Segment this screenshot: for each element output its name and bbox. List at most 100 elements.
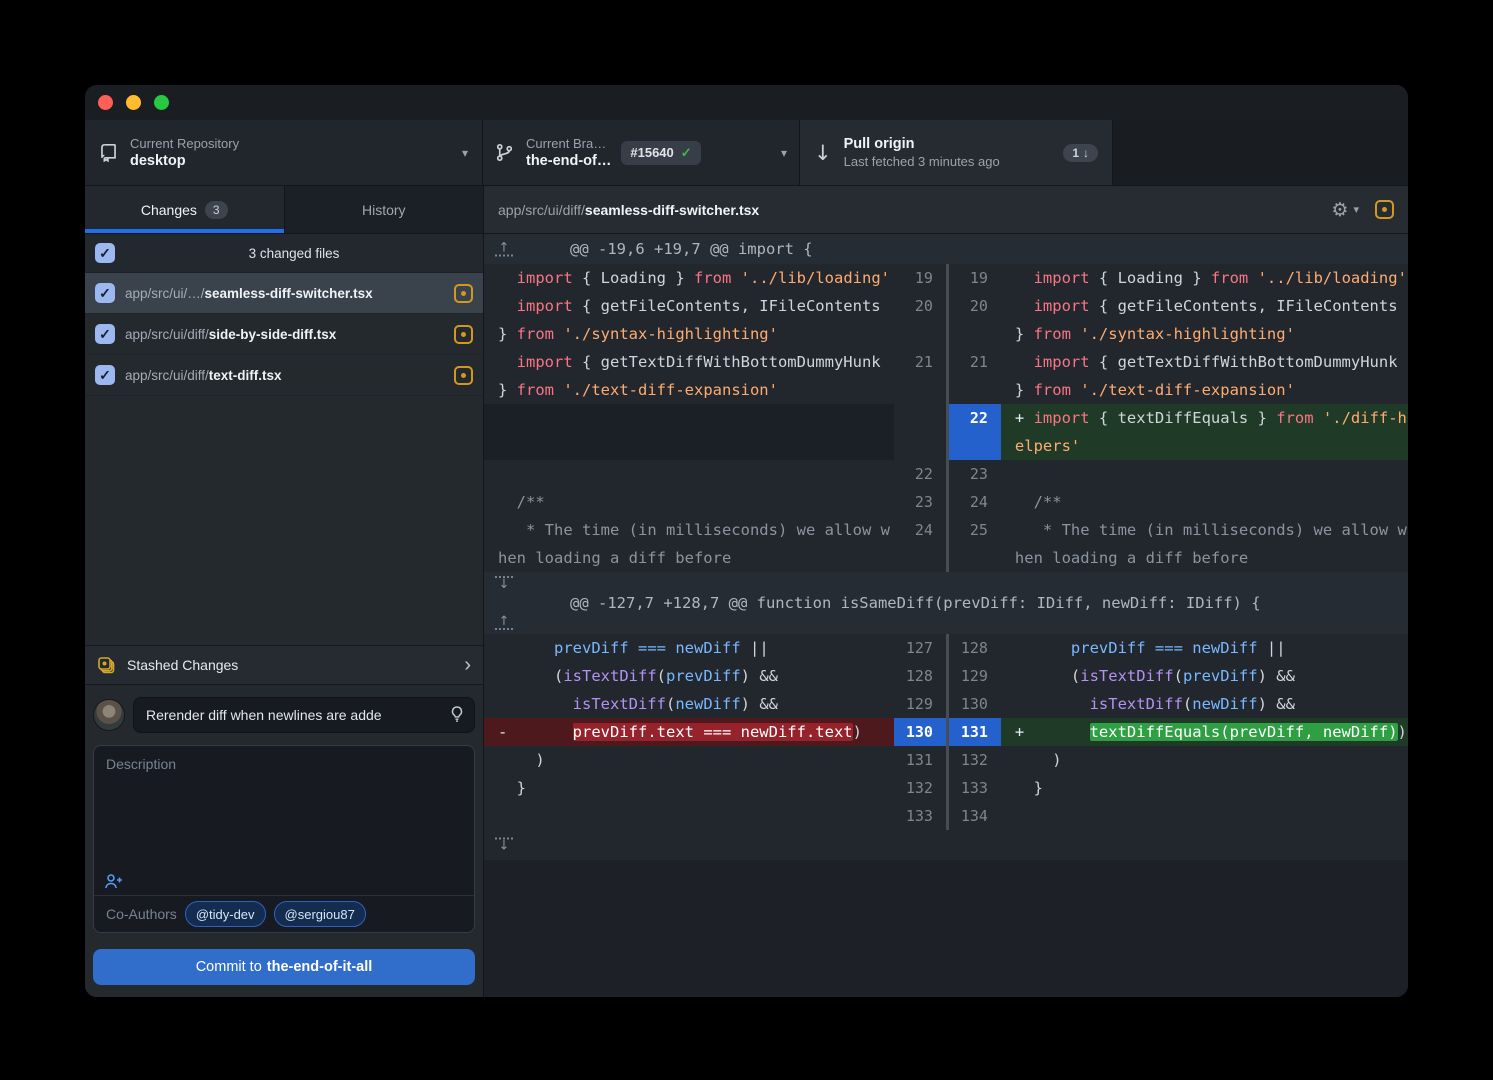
diff-code-line: import { getFileContents, IFileContents …: [484, 292, 894, 348]
diff-code-line: (isTextDiff(prevDiff) &&: [1001, 662, 1408, 690]
arrow-down-icon: ↓: [814, 141, 832, 165]
diff-line-number[interactable]: 24: [949, 488, 1001, 516]
tab-history[interactable]: History: [285, 186, 484, 233]
diff-line-number[interactable]: [894, 404, 946, 460]
diff-line-number[interactable]: 22: [894, 460, 946, 488]
diff-line-number[interactable]: 129: [894, 690, 946, 718]
file-name: side-by-side-diff.tsx: [209, 327, 337, 342]
diff-line-number[interactable]: 20: [894, 292, 946, 348]
diff-line-number[interactable]: 22: [949, 404, 1001, 460]
diff-row: 133134: [484, 802, 1408, 830]
diff-line-number[interactable]: 133: [949, 774, 1001, 802]
diff-row: 2223: [484, 460, 1408, 488]
diff-line-number[interactable]: 130: [894, 718, 946, 746]
pr-number: #15640: [630, 145, 673, 160]
diff-line-number[interactable]: 130: [949, 690, 1001, 718]
diff-code-line: prevDiff === newDiff ||: [1001, 634, 1408, 662]
stashed-changes-row[interactable]: Stashed Changes ›: [85, 645, 483, 685]
expand-up-button[interactable]: ↑: [493, 615, 515, 630]
lightbulb-icon[interactable]: [448, 705, 466, 723]
modified-status-icon: [454, 325, 473, 344]
commit-summary-input[interactable]: [133, 697, 475, 733]
expand-down-button[interactable]: ↓: [493, 838, 515, 853]
coauthor-pill[interactable]: @tidy-dev: [185, 901, 266, 927]
diff-line-number[interactable]: 23: [894, 488, 946, 516]
diff-code-line: [484, 802, 894, 830]
diff-file-path: app/src/ui/diff/seamless-diff-switcher.t…: [498, 202, 1331, 218]
repository-name: desktop: [130, 153, 239, 169]
close-window-button[interactable]: [98, 95, 113, 110]
diff-line-number[interactable]: 131: [894, 746, 946, 774]
diff-row: )131132 ): [484, 746, 1408, 774]
file-name: seamless-diff-switcher.tsx: [205, 286, 373, 301]
chevron-right-icon: ›: [464, 655, 471, 675]
file-checkbox[interactable]: ✓: [95, 283, 115, 303]
hunk-header-band: ↑ @@ -19,6 +19,7 @@ import {: [484, 234, 1408, 264]
summary-row: [93, 697, 475, 733]
diff-options-button[interactable]: ⚙ ▾: [1331, 199, 1359, 221]
arrow-down-icon: ↓: [499, 840, 510, 853]
expand-up-button[interactable]: ↑: [493, 242, 515, 257]
file-row[interactable]: ✓app/src/ui/diff/text-diff.tsx: [85, 355, 483, 396]
check-icon: ✓: [681, 145, 692, 161]
diff-line-number[interactable]: 21: [894, 348, 946, 404]
repository-dropdown[interactable]: Current Repository desktop ▾: [85, 120, 483, 185]
commit-button[interactable]: Commit to the-end-of-it-all: [93, 949, 475, 985]
minimize-window-button[interactable]: [126, 95, 141, 110]
diff-line-number[interactable]: 20: [949, 292, 1001, 348]
pull-origin-button[interactable]: ↓ Pull origin Last fetched 3 minutes ago…: [800, 120, 1113, 185]
diff-line-number[interactable]: 132: [949, 746, 1001, 774]
branch-dropdown[interactable]: Current Bra… the-end-of… #15640 ✓ ▾: [483, 120, 800, 185]
diff-row: (isTextDiff(prevDiff) &&128129 (isTextDi…: [484, 662, 1408, 690]
diff-line-number[interactable]: 23: [949, 460, 1001, 488]
diff-code-line: import { getTextDiffWithBottomDummyHunk …: [484, 348, 894, 404]
diff-row: import { getFileContents, IFileContents …: [484, 292, 1408, 348]
diff-line-number[interactable]: 21: [949, 348, 1001, 404]
diff-code-line: * The time (in milliseconds) we allow wh…: [484, 516, 894, 572]
diff-line-number[interactable]: 127: [894, 634, 946, 662]
commit-button-branch: the-end-of-it-all: [267, 959, 373, 975]
pr-number-badge: #15640 ✓: [621, 141, 700, 165]
diff-code-line: }: [1001, 774, 1408, 802]
chevron-down-icon: ▾: [462, 146, 468, 160]
hunk-header-text: @@ -19,6 +19,7 @@ import {: [570, 240, 813, 258]
modified-status-icon: [454, 284, 473, 303]
diff-row: prevDiff === newDiff ||127128 prevDiff =…: [484, 634, 1408, 662]
diff-pane: app/src/ui/diff/seamless-diff-switcher.t…: [484, 186, 1408, 997]
diff-code-line: isTextDiff(newDiff) &&: [484, 690, 894, 718]
diff-line-number[interactable]: 133: [894, 802, 946, 830]
branch-icon: [495, 143, 514, 162]
diff-line-number[interactable]: 128: [894, 662, 946, 690]
diff-line-number[interactable]: 134: [949, 802, 1001, 830]
file-row[interactable]: ✓app/src/ui/diff/side-by-side-diff.tsx: [85, 314, 483, 355]
diff-line-number[interactable]: 24: [894, 516, 946, 572]
coauthor-pill[interactable]: @sergiou87: [274, 901, 366, 927]
file-row[interactable]: ✓app/src/ui/…/seamless-diff-switcher.tsx: [85, 273, 483, 314]
diff-code-line: isTextDiff(newDiff) &&: [1001, 690, 1408, 718]
all-files-checkbox[interactable]: ✓: [95, 243, 115, 263]
toolbar-empty-area: [1113, 120, 1408, 185]
modified-status-icon: [454, 366, 473, 385]
diff-line-number[interactable]: 129: [949, 662, 1001, 690]
diff-body: ↑ @@ -19,6 +19,7 @@ import { import { Loa…: [484, 234, 1408, 997]
expand-down-button[interactable]: ↓: [493, 576, 515, 591]
diff-code-line: import { Loading } from '../lib/loading': [484, 264, 894, 292]
diff-line-number[interactable]: 19: [949, 264, 1001, 292]
coauthors-label: Co-Authors: [106, 906, 177, 922]
diff-line-number[interactable]: 128: [949, 634, 1001, 662]
tab-changes[interactable]: Changes 3: [85, 186, 285, 233]
file-checkbox[interactable]: ✓: [95, 365, 115, 385]
diff-line-number[interactable]: 132: [894, 774, 946, 802]
zoom-window-button[interactable]: [154, 95, 169, 110]
bottom-expander-band: ↓: [484, 830, 1408, 860]
hunk-header-band: ↓↑@@ -127,7 +128,7 @@ function isSameDif…: [484, 572, 1408, 634]
diff-line-number[interactable]: 131: [949, 718, 1001, 746]
file-checkbox[interactable]: ✓: [95, 324, 115, 344]
diff-line-number[interactable]: 25: [949, 516, 1001, 572]
files-header-label: 3 changed files: [115, 246, 473, 261]
changes-count-badge: 3: [205, 201, 228, 219]
diff-line-number[interactable]: 19: [894, 264, 946, 292]
toolbar: Current Repository desktop ▾ Current Bra…: [85, 120, 1408, 186]
commit-description-input[interactable]: [94, 746, 474, 895]
add-coauthor-icon[interactable]: [104, 872, 124, 890]
